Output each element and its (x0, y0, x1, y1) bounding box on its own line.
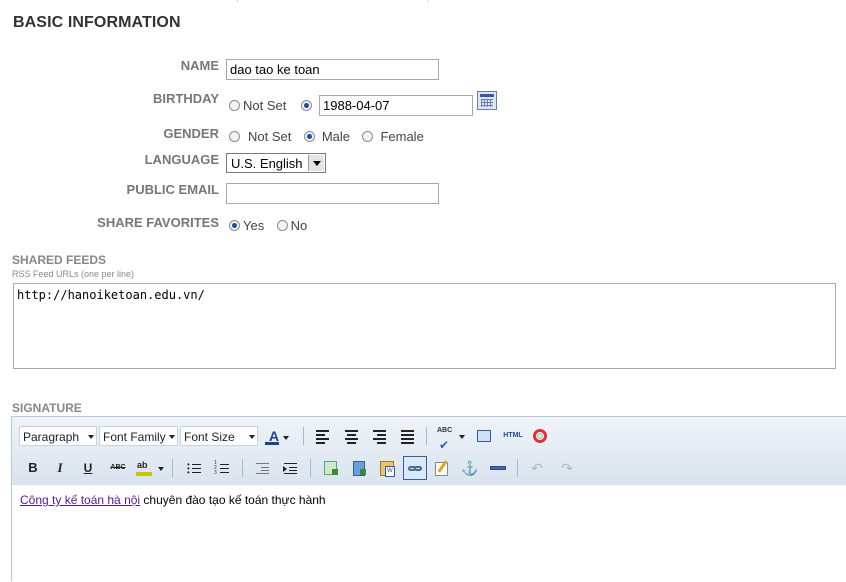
font-family-select[interactable]: Font Family (99, 426, 178, 446)
toolbar-separator (517, 459, 518, 477)
share-favorites-label: SHARE FAVORITES (97, 215, 219, 230)
undo-icon[interactable]: ↶ (527, 458, 547, 478)
birthday-date-radio[interactable] (300, 100, 312, 112)
chevron-down-icon (249, 435, 255, 439)
top-tab-strip (0, 0, 846, 3)
help-icon[interactable] (530, 426, 550, 446)
public-email-input[interactable] (226, 183, 439, 204)
align-right-icon[interactable] (369, 426, 389, 446)
share-favorites-options: Yes No (229, 217, 307, 235)
paragraph-value: Paragraph (23, 430, 80, 444)
redo-icon[interactable]: ↷ (557, 458, 577, 478)
bullet-list-icon[interactable]: • • • (184, 458, 204, 478)
share-no-radio[interactable] (276, 220, 288, 232)
font-family-value: Font Family (103, 430, 166, 444)
share-yes-radio[interactable] (229, 220, 240, 232)
toolbar-separator (310, 459, 311, 477)
strikethrough-icon[interactable]: ABC (106, 458, 130, 478)
page-title: BASIC INFORMATION (13, 14, 181, 31)
insert-media-icon[interactable] (349, 458, 369, 478)
birthday-label: BIRTHDAY (153, 91, 219, 106)
gender-female-label: Female (380, 129, 424, 145)
gender-options: Not Set Male Female (229, 128, 424, 146)
underline-icon[interactable]: U (78, 458, 98, 478)
signature-editor: Paragraph Font Family Font Size A ABC ✔ (11, 416, 846, 582)
align-left-icon[interactable] (313, 426, 333, 446)
toolbar-separator (242, 459, 243, 477)
fullscreen-icon[interactable] (474, 426, 494, 446)
italic-icon[interactable]: I (50, 458, 70, 478)
numbered-list-icon[interactable]: 123 (212, 458, 232, 478)
indent-icon[interactable] (281, 458, 301, 478)
birthday-not-set-radio[interactable] (229, 100, 240, 112)
birthday-not-set-label: Not Set (243, 98, 287, 114)
highlight-icon[interactable]: ab (134, 458, 166, 478)
signature-content[interactable]: Công ty kế toán hà nội chuyên đào tạo kế… (12, 485, 846, 582)
gender-not-set-radio[interactable] (229, 131, 240, 143)
gender-label: GENDER (163, 126, 219, 141)
bold-icon[interactable]: B (23, 458, 43, 478)
language-value: U.S. English (231, 156, 303, 171)
gender-not-set-label: Not Set (248, 129, 292, 145)
chevron-down-icon[interactable] (308, 155, 324, 171)
calendar-icon[interactable] (477, 91, 497, 110)
chevron-down-icon (169, 435, 175, 439)
gender-male-radio[interactable] (303, 131, 315, 143)
outdent-icon[interactable] (253, 458, 273, 478)
toolbar-separator (426, 427, 427, 445)
signature-text: Công ty kế toán hà nội chuyên đào tạo kế… (20, 493, 326, 507)
signature-title: SIGNATURE (12, 401, 82, 415)
editor-toolbar: Paragraph Font Family Font Size A ABC ✔ (12, 417, 846, 486)
signature-link[interactable]: Công ty kế toán hà nội (20, 493, 140, 507)
horizontal-rule-icon[interactable] (488, 458, 508, 478)
spellcheck-icon[interactable]: ABC ✔ (434, 426, 468, 452)
html-source-icon[interactable]: HTML (501, 426, 525, 446)
toolbar-separator (303, 427, 304, 445)
edit-icon[interactable] (432, 458, 452, 478)
shared-feeds-subtitle: RSS Feed URLs (one per line) (12, 269, 135, 279)
link-icon[interactable] (403, 456, 427, 480)
insert-image-icon[interactable] (321, 458, 341, 478)
align-justify-icon[interactable] (397, 426, 417, 446)
paste-word-icon[interactable]: W (377, 458, 397, 478)
anchor-icon[interactable]: ⚓ (460, 458, 480, 478)
paragraph-select[interactable]: Paragraph (19, 426, 97, 446)
shared-feeds-textarea[interactable]: http://hanoiketoan.edu.vn/ (13, 283, 836, 369)
share-no-label: No (290, 218, 308, 234)
name-label: NAME (180, 58, 219, 73)
language-select[interactable]: U.S. English (226, 153, 326, 173)
language-label: LANGUAGE (144, 152, 219, 167)
shared-feeds-title: SHARED FEEDS (12, 253, 107, 267)
align-center-icon[interactable] (341, 426, 361, 446)
birthday-options: Not Set (229, 97, 312, 115)
font-size-value: Font Size (184, 430, 235, 444)
name-input[interactable] (226, 59, 439, 80)
gender-female-radio[interactable] (362, 131, 374, 143)
share-yes-label: Yes (243, 218, 265, 234)
gender-male-label: Male (321, 129, 350, 145)
toolbar-separator (172, 459, 173, 477)
chevron-down-icon (88, 435, 94, 439)
signature-rest-text: chuyên đào tạo kế toán thực hành (140, 493, 326, 507)
public-email-label: PUBLIC EMAIL (126, 182, 219, 197)
text-color-icon[interactable]: A (263, 426, 295, 446)
birthday-date-input[interactable] (319, 95, 473, 116)
font-size-select[interactable]: Font Size (180, 426, 258, 446)
